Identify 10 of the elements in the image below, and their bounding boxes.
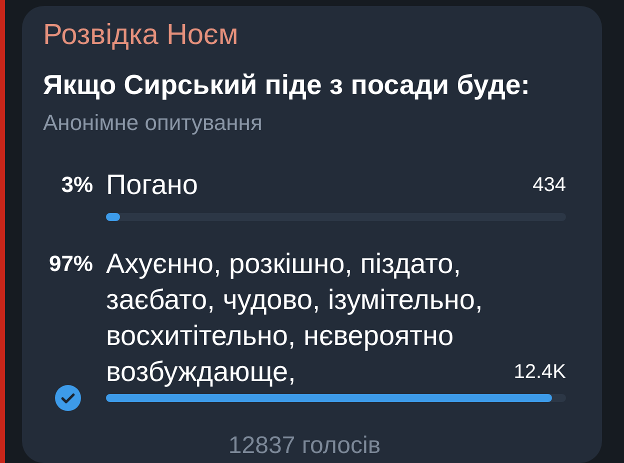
vote-count: 12.4K [514,360,566,385]
vote-count: 434 [532,173,566,198]
option-text: Погано [106,168,198,202]
option-text: Ахуєнно, розкішно, піздато, заєбато, чудово, ізумітельно, восхитітельно, нєвероятно возбуждающе, [106,247,484,389]
channel-name[interactable]: Розвідка Ноєм [43,18,566,52]
total-votes: 12837 голосів [227,431,382,461]
percent-label: 97% [48,250,93,278]
poll-type: Анонімне опитування [43,109,264,137]
poll-question: Якщо Сирський піде з посади буде: [43,68,531,102]
percent-label: 3% [60,171,93,199]
